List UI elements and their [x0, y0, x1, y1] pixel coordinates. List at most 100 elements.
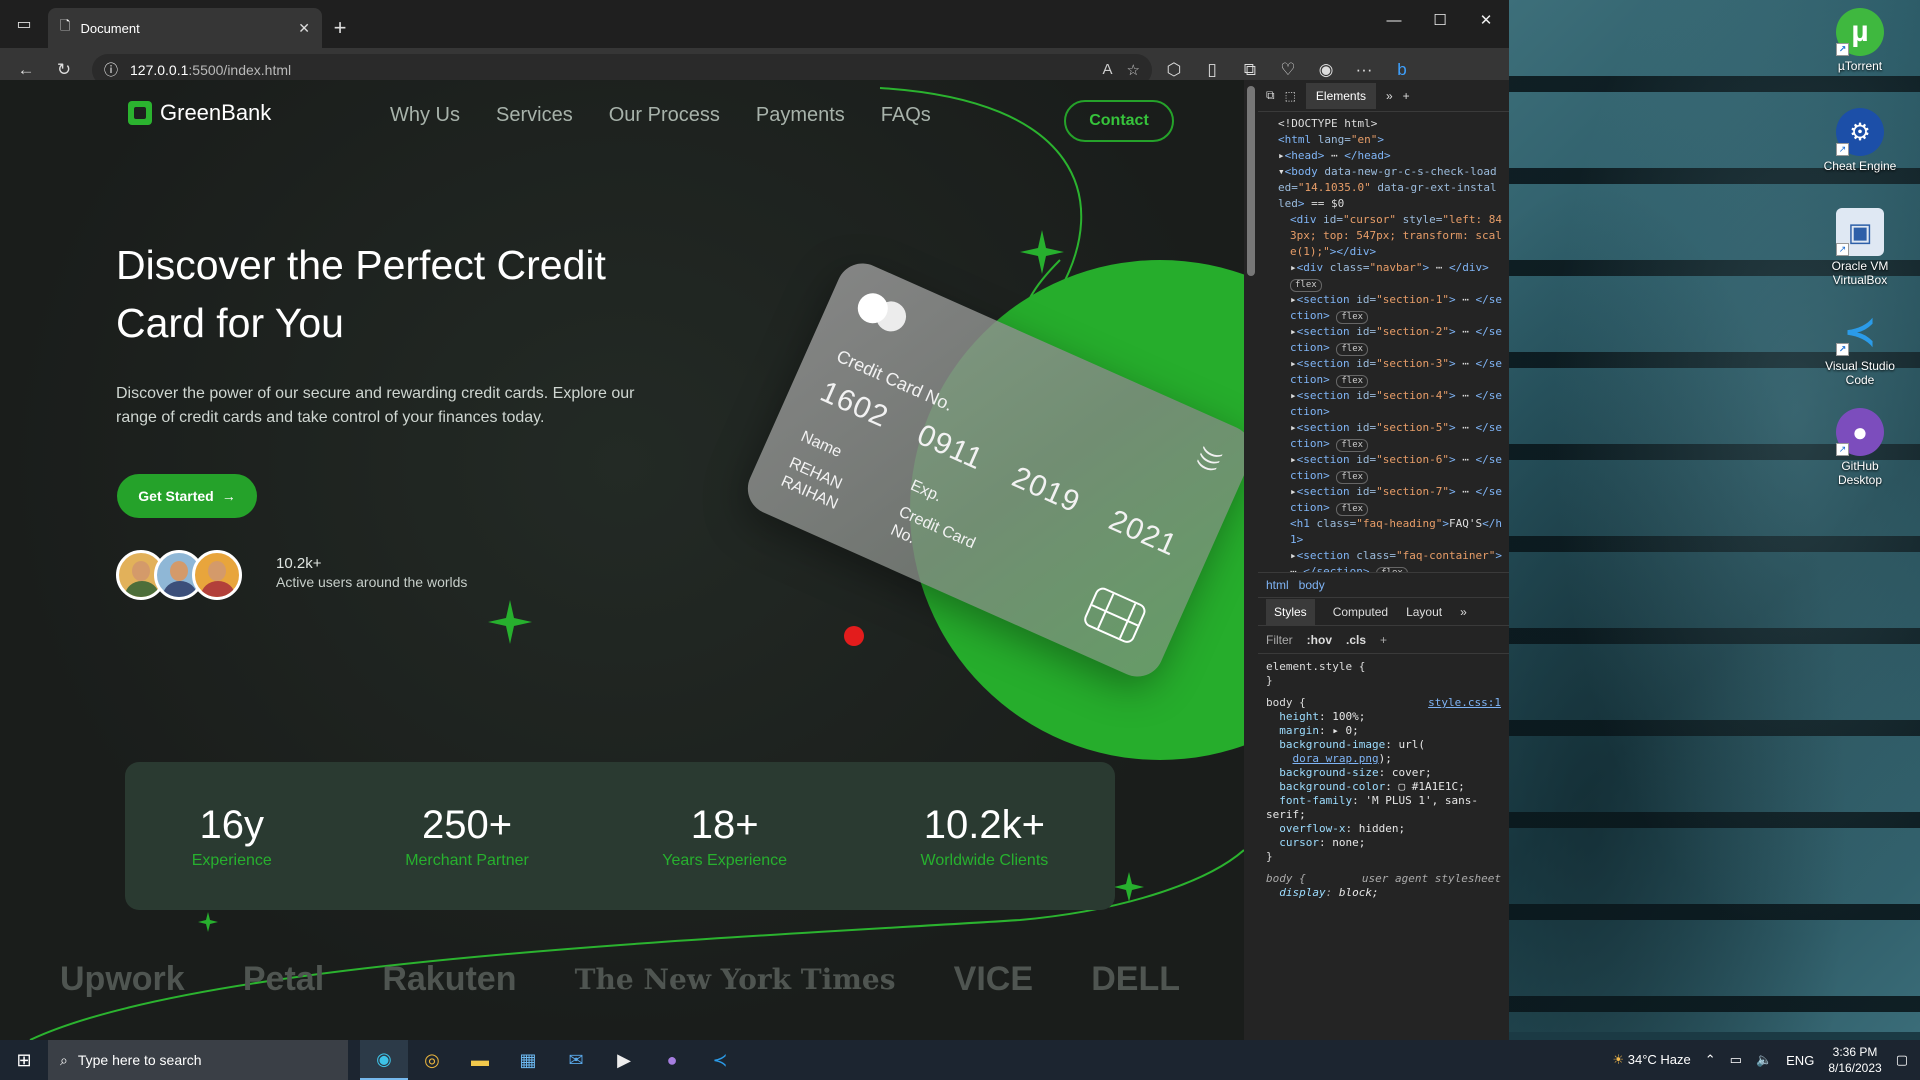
github-desktop-shortcut[interactable]: ● ↗ GitHub Desktop: [1818, 404, 1902, 504]
sparkle-star-icon: [1114, 872, 1144, 902]
dom-node[interactable]: ▸<section id="section-2"> ⋯ </section> f…: [1278, 324, 1503, 356]
store-icon[interactable]: ▦: [504, 1040, 552, 1080]
dom-node[interactable]: ▸<head> ⋯ </head>: [1278, 148, 1503, 164]
nav-why-us[interactable]: Why Us: [390, 104, 460, 127]
get-started-button[interactable]: Get Started →: [117, 474, 257, 518]
dom-node[interactable]: ▸<div class="navbar"> ⋯ </div> flex: [1278, 260, 1503, 292]
contactless-icon: ))): [1194, 445, 1227, 476]
desktop-icon-label: GitHub Desktop: [1837, 459, 1883, 487]
tray-overflow-icon[interactable]: ⌃: [1705, 1052, 1716, 1068]
tab-actions-icon[interactable]: ▭: [0, 0, 48, 48]
cheat-engine-shortcut[interactable]: ⚙ ↗ Cheat Engine: [1818, 104, 1902, 204]
users-count: 10.2k+: [276, 555, 322, 572]
github-desktop-taskbar-icon[interactable]: ●: [648, 1040, 696, 1080]
dom-node[interactable]: ▸<section id="section-5"> ⋯ </section> f…: [1278, 420, 1503, 452]
filter-input[interactable]: Filter: [1266, 633, 1293, 647]
taskbar-search[interactable]: ⌕ Type here to search: [48, 1040, 348, 1080]
style-rule: body { style.css:1 height: 100%; margin:…: [1266, 696, 1501, 863]
hov-toggle[interactable]: :hov: [1307, 633, 1332, 647]
greenbank-logo[interactable]: GreenBank: [128, 100, 271, 126]
card-brand-icon: [852, 288, 916, 340]
add-tab-icon[interactable]: +: [1403, 89, 1410, 103]
search-placeholder: Type here to search: [77, 1052, 202, 1068]
more-tabs-icon[interactable]: »: [1386, 89, 1393, 103]
dom-tree[interactable]: <!DOCTYPE html> <html lang="en"> ▸<head>…: [1258, 112, 1509, 572]
style-rule: body { user agent stylesheet display: bl…: [1266, 872, 1501, 899]
style-source-link[interactable]: style.css:1: [1428, 696, 1501, 710]
stat-label: Experience: [191, 851, 272, 869]
edge-icon[interactable]: ◉: [360, 1040, 408, 1080]
window-controls: — ☐ ✕: [1371, 0, 1509, 40]
cursor-dot: [844, 626, 864, 646]
tab-computed[interactable]: Computed: [1333, 605, 1388, 619]
tab-layout[interactable]: Layout: [1406, 605, 1442, 619]
cls-toggle[interactable]: .cls: [1346, 633, 1366, 647]
clock-time: 3:36 PM: [1832, 1045, 1878, 1059]
notifications-icon[interactable]: ▢: [1896, 1052, 1908, 1068]
tab-elements[interactable]: Elements: [1305, 82, 1376, 109]
vscode-taskbar-icon[interactable]: ≺: [696, 1040, 744, 1080]
card-exp-label: Exp.: [907, 476, 945, 506]
add-rule-icon[interactable]: +: [1380, 633, 1387, 647]
inspect-icon[interactable]: ⬚: [1285, 89, 1296, 103]
browser-tab[interactable]: 🗋 Document ✕: [48, 8, 322, 48]
start-button[interactable]: ⊞: [0, 1040, 48, 1080]
mail-icon[interactable]: ✉: [552, 1040, 600, 1080]
stat-years-experience: 18+ Years Experience: [662, 803, 787, 870]
style-rule: element.style {}: [1266, 660, 1366, 687]
page-icon: 🗋: [60, 18, 71, 33]
file-explorer-icon[interactable]: ▬: [456, 1040, 504, 1080]
breadcrumb-body[interactable]: body: [1299, 578, 1325, 592]
dom-node[interactable]: <!DOCTYPE html>: [1278, 116, 1503, 132]
dom-node[interactable]: <html lang="en">: [1278, 132, 1503, 148]
language-indicator[interactable]: ENG: [1786, 1053, 1814, 1068]
contact-button[interactable]: Contact: [1064, 100, 1174, 142]
virtualbox-shortcut[interactable]: ▣ ↗ Oracle VM VirtualBox: [1818, 204, 1902, 304]
dom-node[interactable]: ▸<section id="section-3"> ⋯ </section> f…: [1278, 356, 1503, 388]
devtools-breadcrumb: html body: [1258, 572, 1509, 598]
more-tabs-icon[interactable]: »: [1460, 605, 1467, 619]
utorrent-icon: µ ↗: [1836, 8, 1884, 56]
pinned-apps: ◉ ◎ ▬ ▦ ✉ ▶ ● ≺: [360, 1040, 744, 1080]
nav-payments[interactable]: Payments: [756, 104, 845, 127]
nav-our-process[interactable]: Our Process: [609, 104, 720, 127]
clock[interactable]: 3:36 PM 8/16/2023: [1828, 1044, 1881, 1076]
dom-node[interactable]: ▸<section id="section-4"> ⋯ </section>: [1278, 388, 1503, 420]
dom-node[interactable]: ▸<section id="section-7"> ⋯ </section> f…: [1278, 484, 1503, 516]
maximize-button[interactable]: ☐: [1417, 0, 1463, 40]
nav-services[interactable]: Services: [496, 104, 573, 127]
nav-faqs[interactable]: FAQs: [881, 104, 931, 127]
info-icon[interactable]: ⓘ: [104, 60, 118, 80]
device-toolbar-icon[interactable]: ⧉: [1266, 88, 1275, 103]
minimize-button[interactable]: —: [1371, 0, 1417, 40]
network-icon[interactable]: ▭: [1730, 1052, 1742, 1068]
dom-node[interactable]: ▾<body data-new-gr-c-s-check-loaded="14.…: [1278, 164, 1503, 212]
scrollbar-thumb[interactable]: [1247, 86, 1255, 276]
dom-node[interactable]: ▸<section class="faq-container"> ⋯ </sec…: [1278, 548, 1503, 572]
read-aloud-icon[interactable]: A: [1103, 61, 1113, 79]
user-agent-label: user agent stylesheet: [1361, 872, 1501, 885]
new-tab-button[interactable]: +: [322, 8, 358, 48]
breadcrumb-html[interactable]: html: [1266, 578, 1289, 592]
main-nav: Why Us Services Our Process Payments FAQ…: [390, 104, 931, 127]
favorite-star-icon[interactable]: ☆: [1127, 61, 1140, 79]
tab-styles[interactable]: Styles: [1266, 598, 1315, 625]
close-window-button[interactable]: ✕: [1463, 0, 1509, 40]
page-scrollbar[interactable]: [1244, 80, 1258, 1040]
card-number: 1602 0911 2019 2021: [815, 375, 1183, 563]
users-label: Active users around the worlds: [276, 574, 468, 590]
chrome-icon[interactable]: ◎: [408, 1040, 456, 1080]
dom-node[interactable]: ▸<section id="section-6"> ⋯ </section> f…: [1278, 452, 1503, 484]
desktop-icons: µ ↗ µTorrent ⚙ ↗ Cheat Engine ▣ ↗ Oracle VM…: [1818, 4, 1902, 504]
styles-pane[interactable]: element.style {} body { style.css:1 heig…: [1258, 654, 1509, 906]
weather-widget[interactable]: ☀ 34°C Haze: [1612, 1052, 1690, 1068]
close-tab-icon[interactable]: ✕: [298, 20, 310, 37]
utorrent-shortcut[interactable]: µ ↗ µTorrent: [1818, 4, 1902, 104]
dom-node[interactable]: <h1 class="faq-heading">FAQ'S</h1>: [1278, 516, 1503, 548]
dom-node[interactable]: ▸<section id="section-1"> ⋯ </section> f…: [1278, 292, 1503, 324]
volume-icon[interactable]: 🔈: [1756, 1052, 1772, 1068]
vscode-shortcut[interactable]: ≺ ↗ Visual Studio Code: [1818, 304, 1902, 404]
dom-node[interactable]: <div id="cursor" style="left: 843px; top…: [1278, 212, 1503, 260]
hero-description: Discover the power of our secure and rew…: [116, 385, 635, 426]
media-player-icon[interactable]: ▶: [600, 1040, 648, 1080]
